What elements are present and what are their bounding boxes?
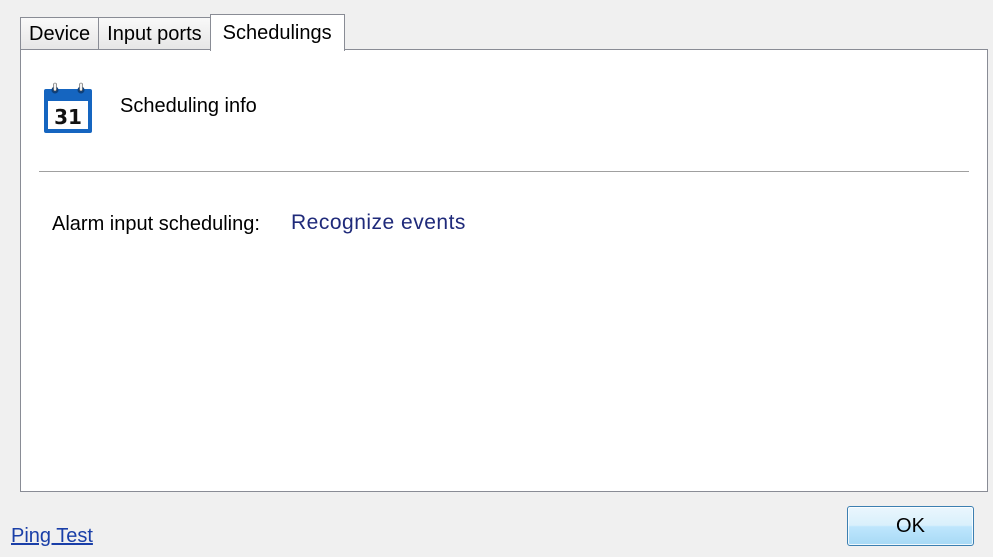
calendar-icon: 31: [44, 82, 92, 133]
alarm-input-scheduling-label: Alarm input scheduling:: [52, 213, 260, 235]
tab-schedulings[interactable]: Schedulings: [209, 14, 345, 51]
alarm-input-scheduling-value: Recognize events: [291, 211, 466, 234]
tab-input-ports[interactable]: Input ports: [98, 17, 211, 50]
section-title: Scheduling info: [120, 95, 257, 117]
ok-button[interactable]: OK: [847, 506, 974, 546]
calendar-day-number: 31: [54, 105, 82, 129]
divider: [39, 171, 969, 172]
tab-bar: Device Input ports Schedulings: [20, 14, 345, 51]
tab-device[interactable]: Device: [20, 17, 100, 50]
ping-test-link[interactable]: Ping Test: [11, 525, 93, 548]
schedulings-panel: 31 Scheduling info Alarm input schedulin…: [20, 49, 988, 492]
